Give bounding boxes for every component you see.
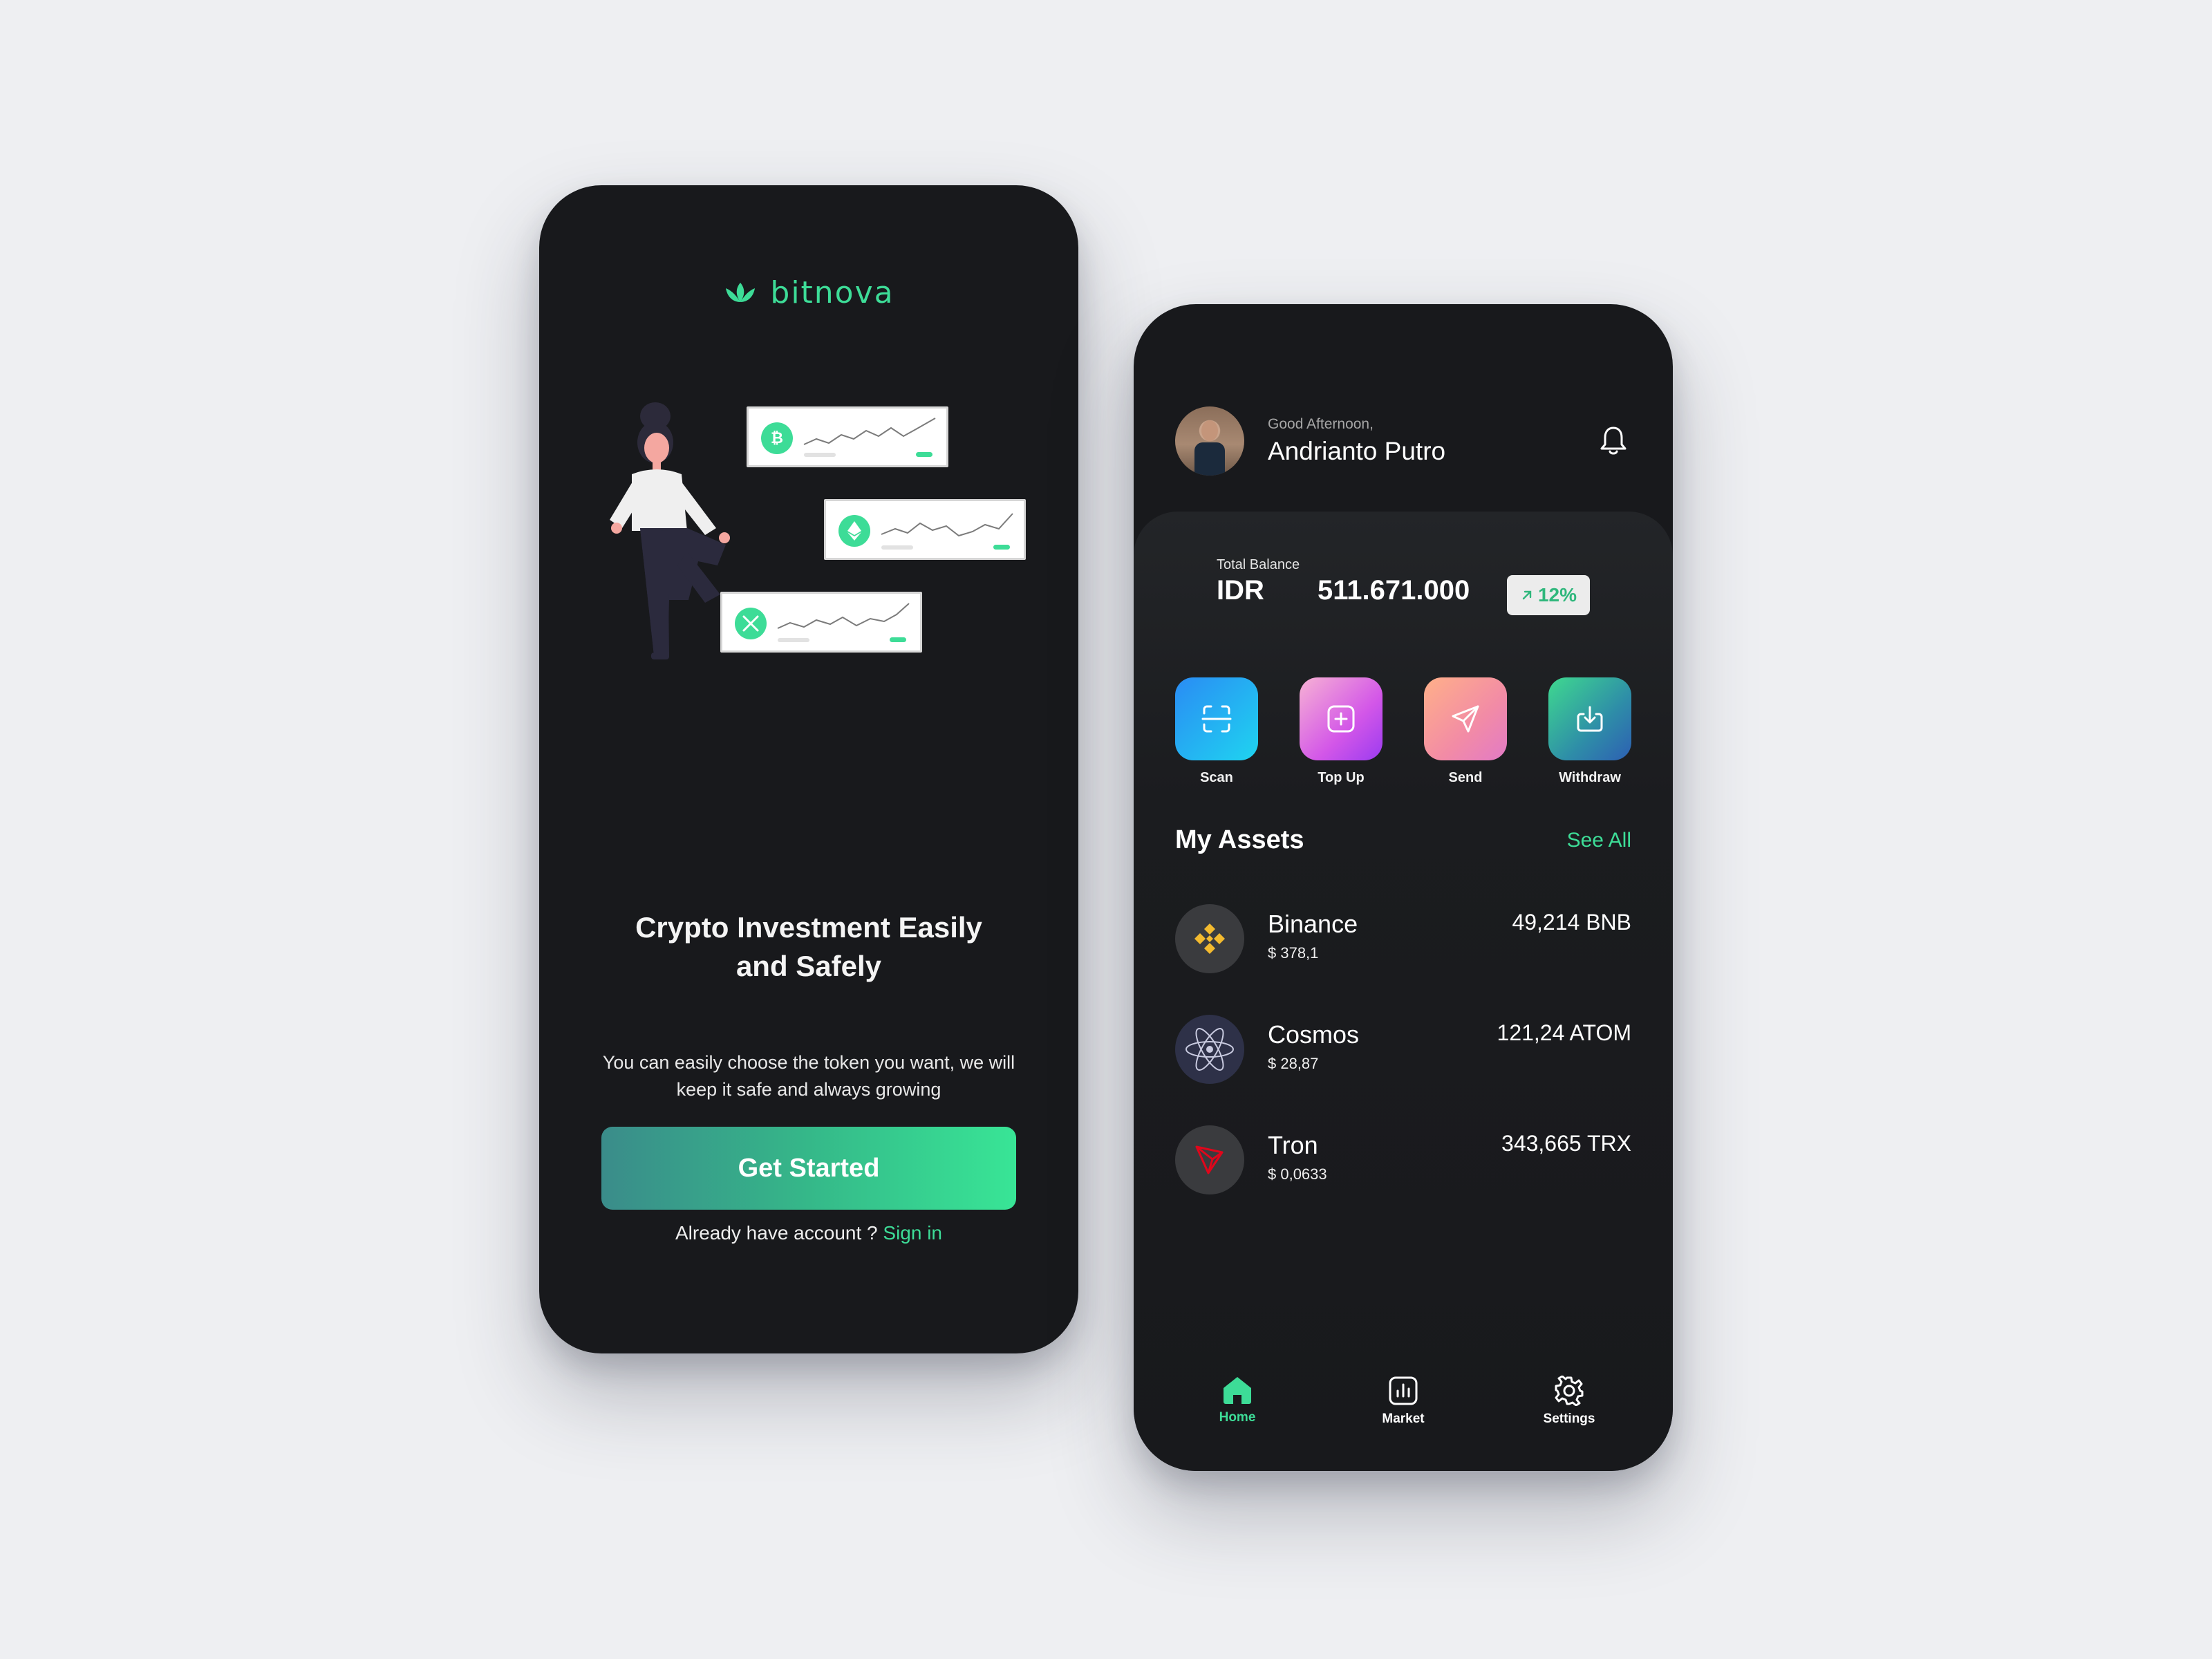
wallet-home-screen: Good Afternoon, Andrianto Putro Total Ba…	[1134, 304, 1673, 1471]
binance-icon	[1175, 904, 1244, 973]
ripple-icon	[735, 608, 767, 639]
balance-change-badge: 12%	[1507, 575, 1590, 615]
arrow-up-right-icon	[1522, 590, 1532, 600]
bitcoin-icon: ₿	[761, 422, 793, 454]
asset-name: Tron	[1268, 1131, 1318, 1159]
asset-row-binance[interactable]: Binance $ 378,1 49,214 BNB	[1175, 904, 1631, 973]
signin-link[interactable]: Sign in	[883, 1222, 942, 1244]
scan-action[interactable]: Scan	[1175, 677, 1258, 786]
bottom-nav: Home Market Settings	[1134, 1376, 1673, 1427]
download-icon[interactable]	[1548, 677, 1631, 760]
main-panel: Total Balance IDR 511.671.000 12% Scan T…	[1134, 512, 1673, 1471]
signin-prompt: Already have account ? Sign in	[539, 1222, 1078, 1244]
lotus-icon	[726, 282, 756, 302]
nav-market[interactable]: Market	[1348, 1376, 1459, 1427]
get-started-button[interactable]: Get Started	[601, 1127, 1016, 1210]
asset-price: $ 378,1	[1268, 944, 1319, 962]
asset-amount: 49,214 BNB	[1512, 910, 1631, 935]
quick-actions: Scan Top Up Send Withdraw	[1175, 677, 1631, 786]
gear-icon	[1555, 1376, 1584, 1406]
onboarding-description: You can easily choose the token you want…	[602, 1052, 1015, 1100]
hero-illustration: ₿	[601, 393, 1026, 863]
onboarding-title: Crypto Investment Easily and Safely	[539, 908, 1078, 986]
balance-amount: 511.671.000	[1318, 575, 1470, 606]
asset-row-cosmos[interactable]: Cosmos $ 28,87 121,24 ATOM	[1175, 1015, 1631, 1084]
sparkline	[881, 513, 1013, 537]
top-up-action[interactable]: Top Up	[1300, 677, 1382, 786]
scan-label: Scan	[1200, 770, 1233, 785]
notification-bell-icon[interactable]	[1595, 423, 1631, 459]
ethereum-chart-card	[824, 499, 1026, 560]
assets-header: My Assets See All	[1175, 825, 1631, 855]
bitcoin-chart-card: ₿	[747, 406, 948, 467]
asset-name: Cosmos	[1268, 1020, 1360, 1049]
scan-icon[interactable]	[1175, 677, 1258, 760]
logo-text: bitnova	[770, 275, 894, 310]
app-logo: bitnova	[539, 275, 1078, 310]
plus-square-icon[interactable]	[1300, 677, 1382, 760]
asset-price: $ 28,87	[1268, 1055, 1319, 1072]
signin-prompt-text: Already have account ?	[675, 1222, 883, 1244]
title-line-2: and Safely	[735, 950, 882, 982]
balance-change-value: 12%	[1537, 584, 1577, 606]
cosmos-icon	[1175, 1015, 1244, 1084]
nav-settings-label: Settings	[1543, 1412, 1595, 1426]
tron-icon	[1175, 1125, 1244, 1194]
avatar[interactable]	[1175, 406, 1244, 476]
nav-home-label: Home	[1219, 1410, 1256, 1425]
balance-label: Total Balance	[1217, 557, 1300, 572]
home-icon	[1224, 1377, 1251, 1404]
title-line-1: Crypto Investment Easily	[635, 911, 982, 944]
asset-row-tron[interactable]: Tron $ 0,0633 343,665 TRX	[1175, 1125, 1631, 1194]
assets-title: My Assets	[1175, 825, 1304, 854]
withdraw-label: Withdraw	[1559, 770, 1621, 785]
onboarding-screen: bitnova ₿ Crypto Investment Easily and S…	[539, 185, 1078, 1353]
see-all-link[interactable]: See All	[1567, 829, 1631, 852]
svg-text:₿: ₿	[771, 430, 783, 447]
nav-home[interactable]: Home	[1182, 1376, 1293, 1427]
asset-price: $ 0,0633	[1268, 1165, 1327, 1183]
sparkline	[777, 603, 910, 629]
user-name: Andrianto Putro	[1268, 437, 1446, 465]
top-up-label: Top Up	[1318, 770, 1365, 785]
asset-amount: 343,665 TRX	[1501, 1131, 1631, 1156]
balance-currency: IDR	[1217, 575, 1264, 606]
greeting-block: Good Afternoon, Andrianto Putro	[1268, 416, 1445, 466]
asset-amount: 121,24 ATOM	[1497, 1020, 1631, 1045]
send-action[interactable]: Send	[1424, 677, 1507, 786]
asset-name: Binance	[1268, 910, 1358, 938]
withdraw-action[interactable]: Withdraw	[1548, 677, 1631, 786]
nav-settings[interactable]: Settings	[1514, 1376, 1624, 1427]
chart-icon	[1389, 1376, 1418, 1405]
send-icon[interactable]	[1424, 677, 1507, 760]
ethereum-icon	[838, 515, 870, 547]
send-label: Send	[1448, 770, 1483, 785]
header: Good Afternoon, Andrianto Putro	[1175, 406, 1631, 476]
sparkline	[803, 418, 936, 445]
nav-market-label: Market	[1382, 1412, 1425, 1426]
ripple-chart-card	[720, 592, 922, 653]
greeting-text: Good Afternoon,	[1268, 416, 1374, 432]
